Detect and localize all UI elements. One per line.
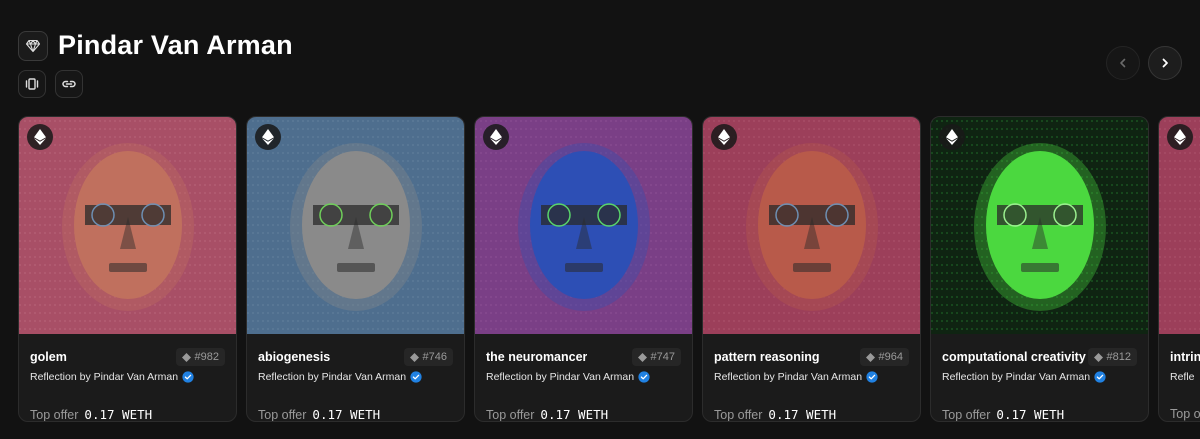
vibration-icon bbox=[25, 78, 39, 90]
token-diamond-icon bbox=[1093, 352, 1103, 362]
nft-name: the neuromancer bbox=[486, 350, 588, 364]
carousel-nav bbox=[1106, 46, 1182, 80]
offer-label: Top offer bbox=[258, 408, 307, 422]
token-id: #747 bbox=[650, 351, 675, 363]
nft-image bbox=[703, 117, 920, 334]
verified-icon bbox=[182, 371, 194, 383]
card-details: computational creativity #812 Reflection… bbox=[931, 334, 1148, 422]
nft-card[interactable]: abiogenesis #746 Reflection by Pindar Va… bbox=[246, 116, 465, 422]
top-offer: Top offer 0.17 WETH bbox=[714, 407, 909, 422]
diamond-icon bbox=[18, 30, 48, 61]
verified-icon bbox=[638, 371, 650, 383]
nft-card[interactable]: the neuromancer #747 Reflection by Pinda… bbox=[474, 116, 693, 422]
nft-name: intrins bbox=[1170, 350, 1200, 364]
ethereum-icon bbox=[939, 124, 965, 150]
offer-value: 0.17 WETH bbox=[768, 407, 837, 422]
nft-card[interactable]: computational creativity #812 Reflection… bbox=[930, 116, 1149, 422]
token-badge: #812 bbox=[1087, 348, 1137, 366]
card-list: golem #982 Reflection by Pindar Van Arma… bbox=[18, 116, 1200, 422]
nft-name: abiogenesis bbox=[258, 350, 331, 364]
nft-carousel: golem #982 Reflection by Pindar Van Arma… bbox=[18, 116, 1200, 424]
card-details: golem #982 Reflection by Pindar Van Arma… bbox=[19, 334, 236, 422]
header-actions bbox=[18, 70, 83, 98]
token-id: #982 bbox=[194, 351, 219, 363]
previous-button[interactable] bbox=[1106, 46, 1140, 80]
token-id: #746 bbox=[422, 351, 447, 363]
nft-name: golem bbox=[30, 350, 67, 364]
collection-name[interactable]: Reflection by Pindar Van Arman bbox=[942, 371, 1090, 383]
collection-header: Pindar Van Arman bbox=[18, 30, 293, 61]
top-offer: Top offer 0.17 WETH bbox=[30, 407, 225, 422]
verified-icon bbox=[410, 371, 422, 383]
offer-label: Top offer bbox=[942, 408, 991, 422]
next-button[interactable] bbox=[1148, 46, 1182, 80]
nft-card[interactable]: intrins Refle Top o bbox=[1158, 116, 1200, 422]
offer-value: 0.17 WETH bbox=[84, 407, 153, 422]
nft-image bbox=[1159, 117, 1200, 334]
token-badge: #747 bbox=[631, 348, 681, 366]
offer-label: Top offer bbox=[30, 408, 79, 422]
nft-name: computational creativity bbox=[942, 350, 1086, 364]
token-diamond-icon bbox=[637, 352, 647, 362]
token-badge: #982 bbox=[175, 348, 225, 366]
top-offer: Top offer 0.17 WETH bbox=[942, 407, 1137, 422]
token-badge: #746 bbox=[403, 348, 453, 366]
ethereum-icon bbox=[711, 124, 737, 150]
link-icon bbox=[62, 80, 76, 88]
nft-image bbox=[19, 117, 236, 334]
vibrate-button[interactable] bbox=[18, 70, 46, 98]
nft-name: pattern reasoning bbox=[714, 350, 820, 364]
token-diamond-icon bbox=[409, 352, 419, 362]
copy-link-button[interactable] bbox=[55, 70, 83, 98]
card-details: the neuromancer #747 Reflection by Pinda… bbox=[475, 334, 692, 422]
top-offer: Top offer 0.17 WETH bbox=[486, 407, 681, 422]
collection-name[interactable]: Reflection by Pindar Van Arman bbox=[486, 371, 634, 383]
collection-name[interactable]: Reflection by Pindar Van Arman bbox=[30, 371, 178, 383]
token-diamond-icon bbox=[181, 352, 191, 362]
offer-label: Top offer bbox=[714, 408, 763, 422]
page-title: Pindar Van Arman bbox=[58, 30, 293, 60]
token-id: #964 bbox=[878, 351, 903, 363]
card-details: intrins Refle Top o bbox=[1159, 334, 1200, 421]
verified-icon bbox=[1094, 371, 1106, 383]
nft-image bbox=[475, 117, 692, 334]
token-badge: #964 bbox=[859, 348, 909, 366]
token-id: #812 bbox=[1106, 351, 1131, 363]
offer-value: 0.17 WETH bbox=[540, 407, 609, 422]
ethereum-icon bbox=[27, 124, 53, 150]
ethereum-icon bbox=[255, 124, 281, 150]
nft-card[interactable]: pattern reasoning #964 Reflection by Pin… bbox=[702, 116, 921, 422]
offer-value: 0.17 WETH bbox=[312, 407, 381, 422]
ethereum-icon bbox=[1167, 124, 1193, 150]
collection-name[interactable]: Reflection by Pindar Van Arman bbox=[258, 371, 406, 383]
nft-card[interactable]: golem #982 Reflection by Pindar Van Arma… bbox=[18, 116, 237, 422]
top-offer: Top o bbox=[1170, 407, 1200, 421]
offer-label: Top o bbox=[1170, 407, 1200, 421]
offer-value: 0.17 WETH bbox=[996, 407, 1065, 422]
offer-label: Top offer bbox=[486, 408, 535, 422]
collection-name[interactable]: Refle bbox=[1170, 371, 1195, 383]
collection-name[interactable]: Reflection by Pindar Van Arman bbox=[714, 371, 862, 383]
chevron-right-icon bbox=[1162, 58, 1168, 68]
token-diamond-icon bbox=[865, 352, 875, 362]
card-details: abiogenesis #746 Reflection by Pindar Va… bbox=[247, 334, 464, 422]
nft-image bbox=[931, 117, 1148, 334]
nft-image bbox=[247, 117, 464, 334]
verified-icon bbox=[866, 371, 878, 383]
card-details: pattern reasoning #964 Reflection by Pin… bbox=[703, 334, 920, 422]
chevron-left-icon bbox=[1120, 58, 1126, 68]
ethereum-icon bbox=[483, 124, 509, 150]
top-offer: Top offer 0.17 WETH bbox=[258, 407, 453, 422]
